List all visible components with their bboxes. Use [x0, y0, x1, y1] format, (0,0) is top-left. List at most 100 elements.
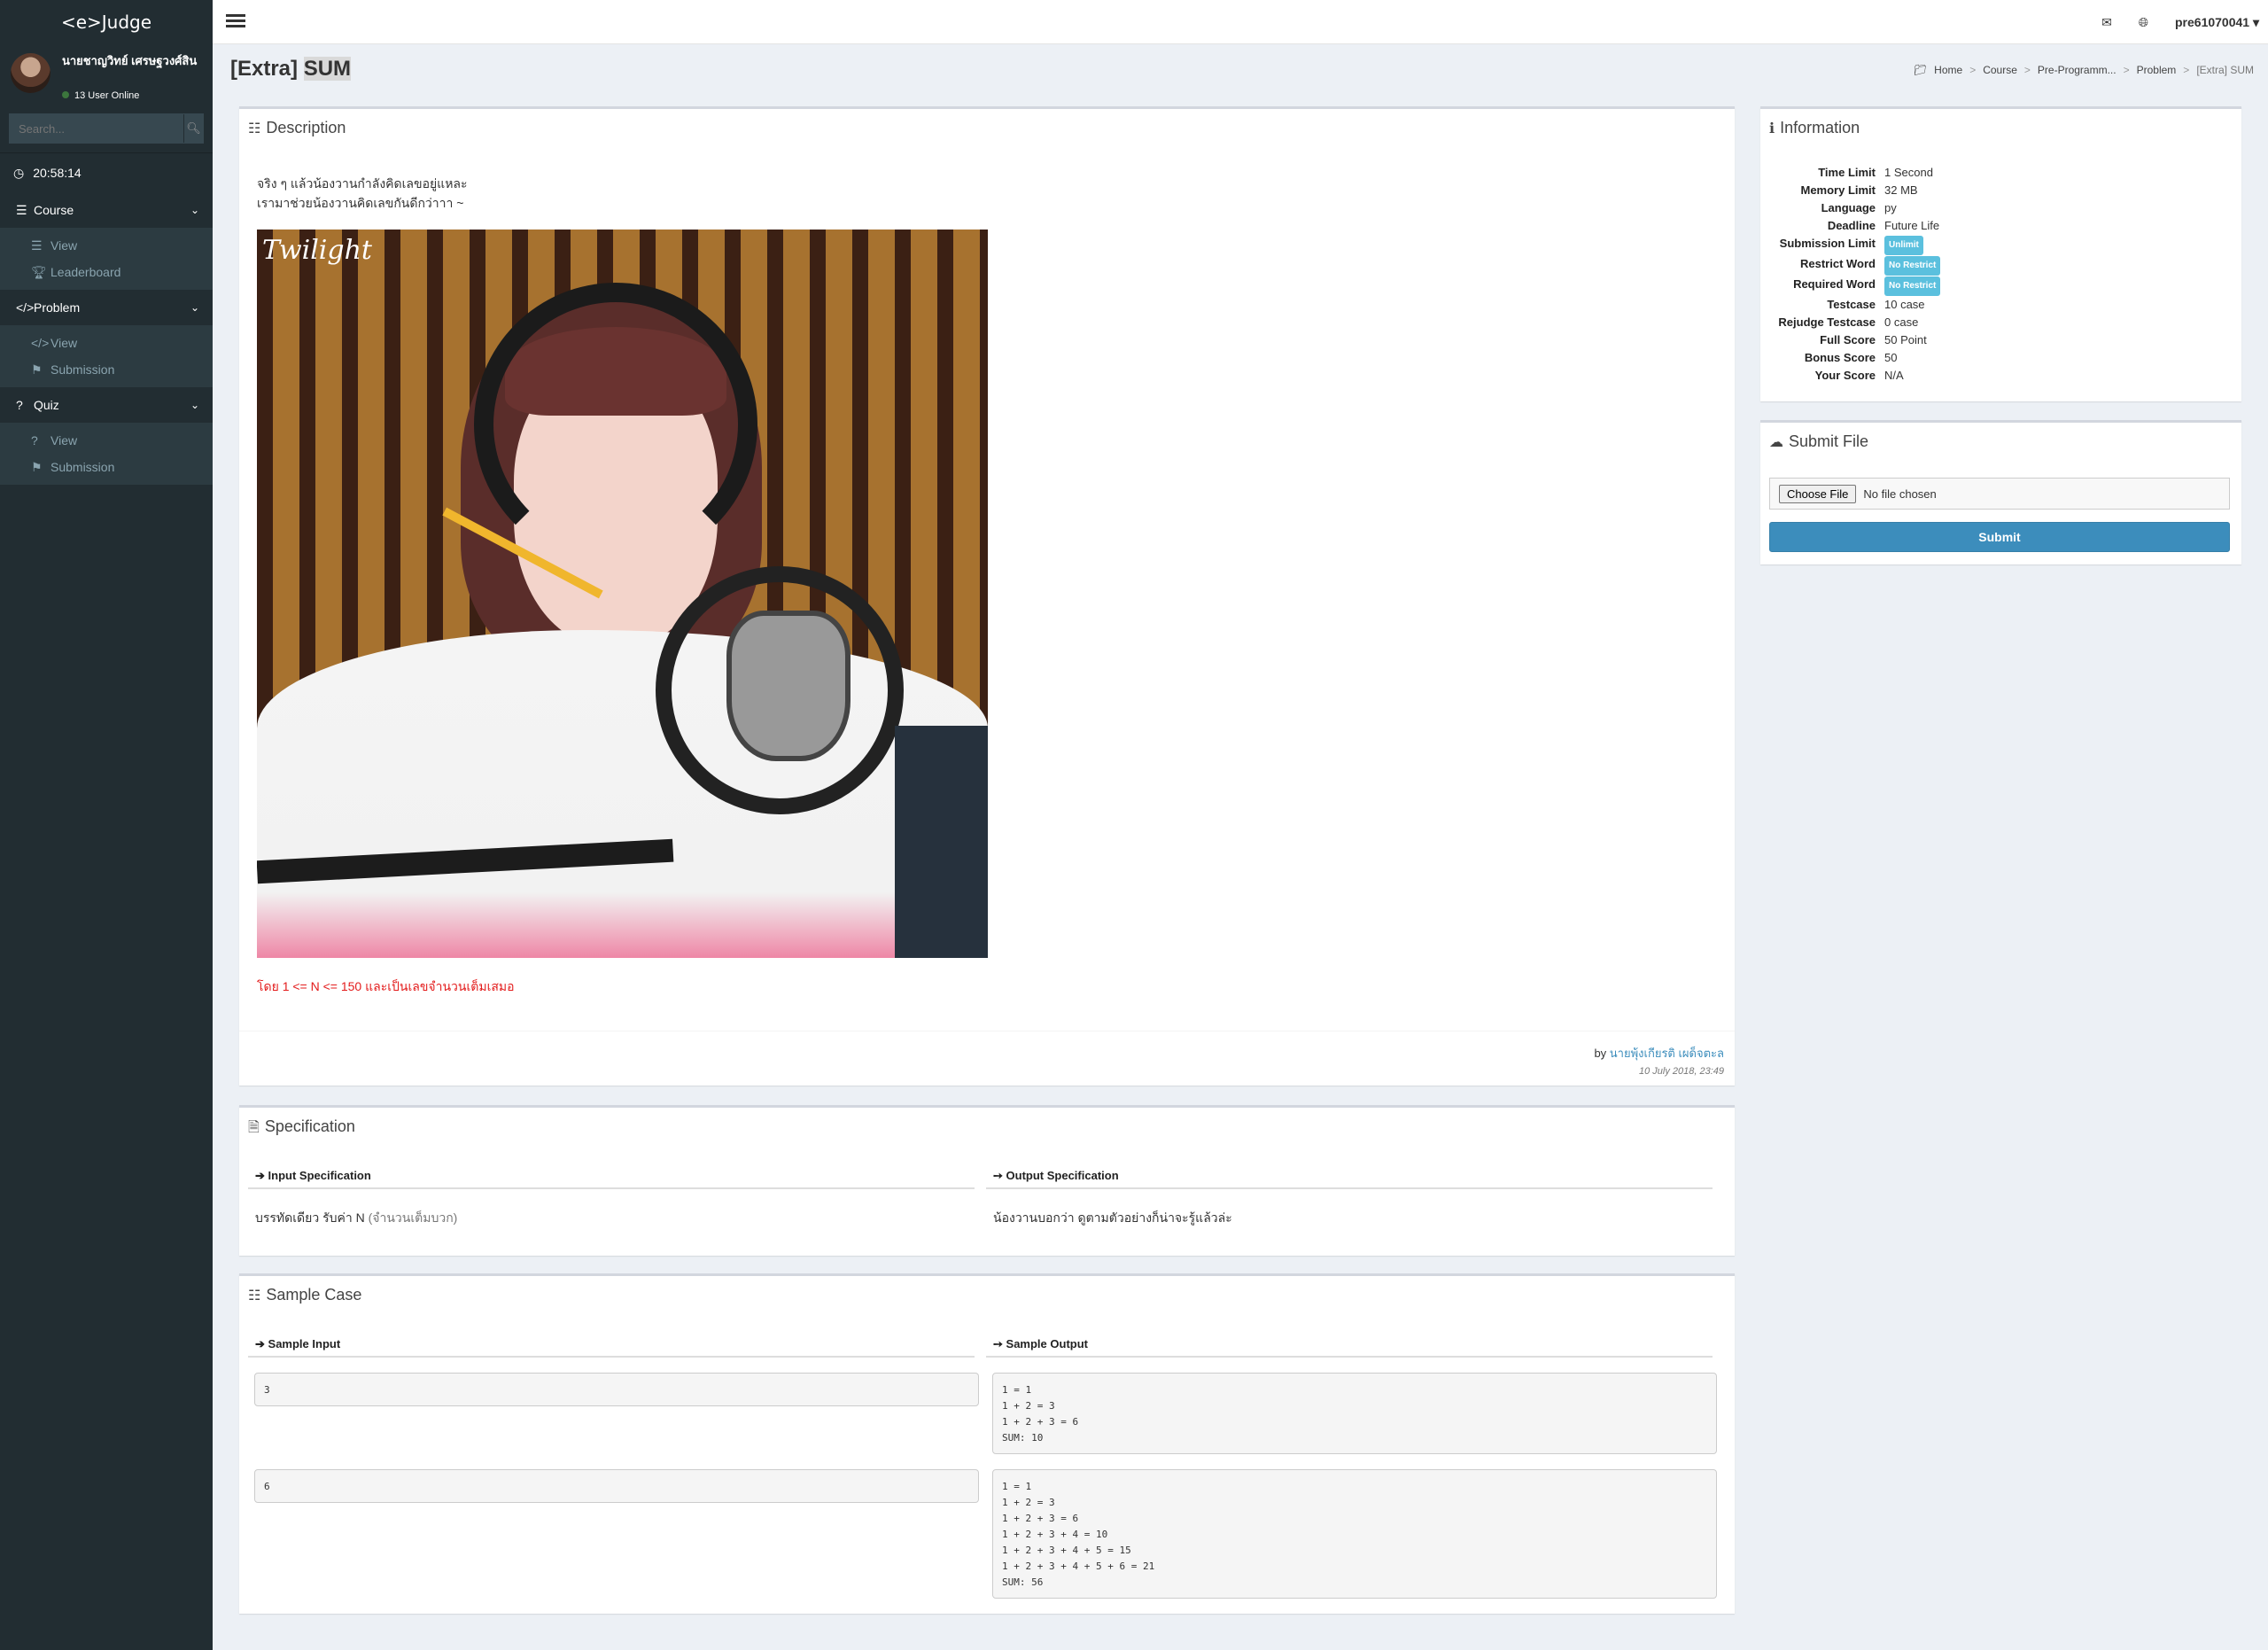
sign-in-icon: ➔ — [255, 1337, 265, 1350]
input-spec: ➔ Input Specification บรรทัดเดียว รับค่า… — [248, 1163, 975, 1248]
question-icon: ? — [16, 398, 23, 412]
sign-out-icon: ➙ — [993, 1337, 1003, 1350]
submit-file-title-text: Submit File — [1789, 432, 1869, 450]
description-title: ☷ Description — [239, 109, 1735, 146]
section-label: Quiz — [34, 398, 59, 412]
info-key: Bonus Score — [1804, 351, 1876, 364]
menu-toggle-icon[interactable] — [226, 12, 245, 31]
list-ol-icon: ☷ — [248, 1288, 261, 1304]
item-label: Submission — [50, 460, 115, 474]
sidebar-section-course[interactable]: ☰ Course ⌄ — [0, 192, 213, 228]
info-value: 10 case — [1884, 298, 1925, 311]
info-value: 1 Second — [1884, 166, 1933, 179]
user-menu[interactable]: pre61070041 ▾ — [2175, 15, 2259, 30]
sidebar-item-problem-view[interactable]: </> View — [0, 330, 213, 356]
image-watermark: Twilight — [262, 235, 372, 266]
information-title: ℹ Information — [1760, 109, 2241, 146]
sample-case-title: ☷ Sample Case — [239, 1276, 1735, 1313]
clock-icon: ◷ — [13, 166, 25, 180]
sidebar-item-leaderboard[interactable]: 🏆︎ Leaderboard — [0, 259, 213, 285]
breadcrumb-problem[interactable]: Problem — [2137, 64, 2177, 76]
clock-time: 20:58:14 — [33, 166, 82, 180]
chevron-down-icon: ⌄ — [190, 399, 199, 411]
input-spec-body: บรรทัดเดียว รับค่า N (จำนวนเต็มบวก) — [248, 1189, 975, 1248]
problem-submenu: </> View ⚑ Submission — [0, 325, 213, 387]
info-value: N/A — [1884, 369, 1904, 382]
file-input[interactable]: Choose File No file chosen — [1769, 478, 2230, 510]
breadcrumb-pre-programming[interactable]: Pre-Programm... — [2038, 64, 2117, 76]
sidebar-item-quiz-submission[interactable]: ⚑ Submission — [0, 454, 213, 480]
info-row: Deadline Future Life — [1760, 217, 2241, 235]
globe-icon[interactable]: 🌐︎ — [2139, 15, 2148, 30]
question-icon: ? — [31, 433, 38, 448]
search-input[interactable] — [10, 114, 183, 143]
chevron-down-icon: ⌄ — [190, 204, 199, 216]
sample-output-heading-text: Sample Output — [1006, 1337, 1088, 1350]
chevron-down-icon: ⌄ — [190, 301, 199, 314]
sample-input-1: 3 — [254, 1373, 979, 1406]
submit-file-box: ☁ Submit File Choose File No file chosen … — [1760, 420, 2241, 564]
list-alt-icon: ☷ — [248, 121, 261, 136]
constraint-text: โดย 1 <= N <= 150 และเป็นเลขจำนวนเต็มเสม… — [257, 979, 515, 993]
specification-title-text: Specification — [264, 1117, 355, 1135]
sample-input-column: ➔ Sample Input — [248, 1331, 975, 1358]
submit-button[interactable]: Submit — [1769, 522, 2230, 552]
breadcrumb-home[interactable]: Home — [1934, 64, 1962, 76]
mail-icon[interactable]: ✉ — [2101, 15, 2112, 30]
info-key: Restrict Word — [1800, 257, 1876, 270]
breadcrumb-current: [Extra] SUM — [2196, 64, 2254, 76]
info-value: 0 case — [1884, 315, 1919, 329]
page-title: [Extra] SUM — [230, 57, 352, 82]
home-icon: 📁︎ — [1913, 64, 1928, 76]
author-prefix: by — [1594, 1047, 1607, 1060]
sidebar-search: 🔍︎ — [9, 113, 204, 144]
username: pre61070041 — [2175, 14, 2250, 29]
info-row: Memory Limit 32 MB — [1760, 182, 2241, 199]
code-icon: </> — [16, 300, 35, 315]
post-date: 10 July 2018, 23:49 — [1638, 1066, 1724, 1077]
choose-file-button[interactable]: Choose File — [1779, 484, 1857, 503]
list-icon: ☰ — [31, 238, 43, 253]
info-key: Language — [1821, 201, 1876, 214]
submit-file-title: ☁ Submit File — [1760, 423, 2241, 460]
search-button[interactable]: 🔍︎ — [183, 114, 203, 143]
info-row: Your Score N/A — [1760, 367, 2241, 385]
info-value: No Restrict — [1884, 276, 1941, 296]
sample-input-heading-text: Sample Input — [268, 1337, 341, 1350]
info-row: Submission Limit Unlimit — [1760, 235, 2241, 255]
information-title-text: Information — [1780, 119, 1860, 136]
sidebar-section-quiz[interactable]: ? Quiz ⌄ — [0, 387, 213, 423]
sample-output-2: 1 = 1 1 + 2 = 3 1 + 2 + 3 = 6 1 + 2 + 3 … — [992, 1469, 1717, 1599]
top-navbar: ✉ 🌐︎ pre61070041 ▾ — [213, 0, 2268, 44]
sign-in-icon: ➔ — [255, 1169, 265, 1182]
item-label: View — [50, 433, 78, 448]
sidebar-item-quiz-view[interactable]: ? View — [0, 427, 213, 454]
info-value: Unlimit — [1884, 235, 1923, 255]
sidebar-item-course-view[interactable]: ☰ View — [0, 232, 213, 259]
info-value: 50 — [1884, 351, 1898, 364]
sidebar-section-problem[interactable]: </>Problem ⌄ — [0, 290, 213, 325]
flag-icon: ⚑ — [31, 460, 43, 474]
quiz-submenu: ? View ⚑ Submission — [0, 423, 213, 485]
info-row: Rejudge Testcase 0 case — [1760, 314, 2241, 331]
file-status: No file chosen — [1863, 486, 1937, 501]
online-status: 13 User Online — [62, 90, 139, 101]
description-line-2: เรามาช่วยน้องวานคิดเลขกันดีกว่าาา ~ — [257, 196, 464, 210]
section-label: Course — [34, 203, 74, 217]
sidebar-item-problem-submission[interactable]: ⚑ Submission — [0, 356, 213, 383]
specification-title: 🗎︎ Specification — [239, 1108, 1735, 1145]
info-value: No Restrict — [1884, 255, 1941, 276]
file-text-icon: 🗎︎ — [248, 1120, 260, 1135]
info-key: Deadline — [1827, 219, 1876, 232]
info-row: Bonus Score 50 — [1760, 349, 2241, 367]
author-link[interactable]: นายพุ้งเกียรติ เผด็จตะล — [1610, 1047, 1724, 1060]
breadcrumb-course[interactable]: Course — [1983, 64, 2017, 76]
info-value: 32 MB — [1884, 183, 1918, 197]
status-badge: No Restrict — [1884, 256, 1941, 276]
output-spec-heading: ➙ Output Specification — [986, 1163, 1713, 1189]
app-logo[interactable]: <e>Judge — [0, 0, 213, 44]
sample-output-column: ➙ Sample Output — [986, 1331, 1713, 1358]
info-key: Testcase — [1827, 298, 1876, 311]
flag-icon: ⚑ — [31, 362, 43, 377]
sample-output-1: 1 = 1 1 + 2 = 3 1 + 2 + 3 = 6 SUM: 10 — [992, 1373, 1717, 1454]
